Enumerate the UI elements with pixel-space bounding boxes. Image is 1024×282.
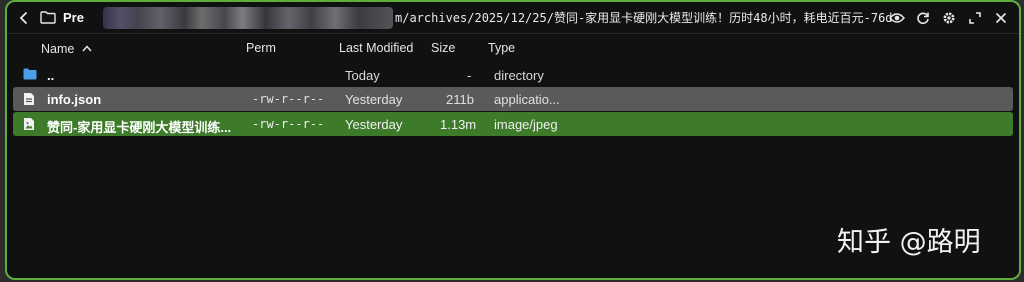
close-icon[interactable] (991, 8, 1011, 28)
file-modified: Today (345, 68, 380, 83)
column-size[interactable]: Size (431, 41, 455, 55)
column-name[interactable]: Name (41, 41, 92, 56)
column-last-modified[interactable]: Last Modified (339, 41, 413, 55)
column-name-label: Name (41, 42, 75, 56)
column-header: Name Perm Last Modified Size Type (7, 36, 1019, 60)
chevron-left-icon[interactable] (11, 2, 37, 34)
expand-icon[interactable] (965, 8, 985, 28)
file-size: 1.13m (440, 117, 477, 132)
refresh-icon[interactable] (913, 8, 933, 28)
file-modified: Yesterday (345, 92, 403, 107)
current-path: m/archives/2025/12/25/赞同-家用显卡硬刚大模型训练！历时4… (395, 11, 895, 25)
gear-icon[interactable] (939, 8, 959, 28)
file-size: 211b (446, 92, 474, 107)
file-permissions: -rw-r--r-- (252, 117, 325, 131)
watermark-text: 知乎 @路明 (837, 227, 981, 258)
file-name: info.json (47, 92, 102, 107)
file-type: directory (494, 68, 544, 83)
file-browser-window: Pre m/archives/2025/12/25/赞同-家用显卡硬刚大模型训练… (5, 0, 1021, 280)
redacted-path-segment (103, 6, 393, 29)
folder-icon (23, 68, 37, 82)
file-type: image/jpeg (494, 117, 558, 132)
file-icon (23, 92, 37, 106)
file-name: .. (47, 68, 55, 83)
eye-icon[interactable] (887, 8, 907, 28)
window-title: Pre (63, 10, 84, 25)
list-item-info-json[interactable]: info.json -rw-r--r-- Yesterday 211b appl… (13, 87, 1013, 111)
column-type[interactable]: Type (488, 41, 515, 55)
list-item-parent-directory[interactable]: .. Today - directory (13, 63, 1013, 87)
title-bar: Pre m/archives/2025/12/25/赞同-家用显卡硬刚大模型训练… (7, 2, 1019, 34)
file-type: applicatio... (494, 92, 560, 107)
folder-icon (39, 2, 57, 34)
file-name: 赞同-家用显卡硬刚大模型训练... (47, 120, 232, 135)
title-actions (887, 2, 1011, 34)
file-modified: Yesterday (345, 117, 403, 132)
image-file-icon (23, 117, 37, 131)
column-perm[interactable]: Perm (246, 41, 276, 55)
sort-ascending-icon (82, 41, 92, 55)
file-size: - (467, 68, 472, 83)
list-item-image-file[interactable]: 赞同-家用显卡硬刚大模型训练... -rw-r--r-- Yesterday 1… (13, 112, 1013, 136)
file-permissions: -rw-r--r-- (252, 92, 325, 106)
